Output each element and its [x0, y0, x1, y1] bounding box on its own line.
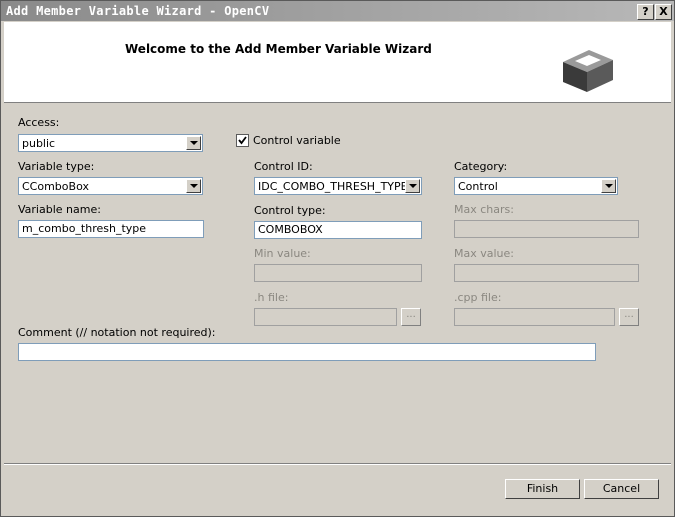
finish-button[interactable]: Finish	[505, 479, 580, 499]
category-value: Control	[458, 180, 498, 193]
access-dropdown-button[interactable]	[186, 136, 201, 150]
control-id-combo[interactable]: IDC_COMBO_THRESH_TYPE	[254, 177, 422, 195]
h-file-input	[254, 308, 397, 326]
chevron-down-icon	[190, 184, 198, 188]
category-dropdown-button[interactable]	[601, 179, 616, 193]
control-id-value: IDC_COMBO_THRESH_TYPE	[258, 180, 408, 193]
access-combo[interactable]: public	[18, 134, 203, 152]
access-label: Access:	[18, 116, 60, 129]
cancel-button[interactable]: Cancel	[584, 479, 659, 499]
header-title: Welcome to the Add Member Variable Wizar…	[125, 42, 432, 56]
variable-type-combo[interactable]: CComboBox	[18, 177, 203, 195]
help-button[interactable]: ?	[637, 4, 654, 20]
category-label: Category:	[454, 160, 508, 173]
min-value-label: Min value:	[254, 247, 311, 260]
control-variable-checkbox[interactable]	[236, 134, 249, 147]
max-chars-label: Max chars:	[454, 203, 514, 216]
variable-name-input[interactable]: m_combo_thresh_type	[18, 220, 204, 238]
cpp-file-label: .cpp file:	[454, 291, 502, 304]
control-type-label: Control type:	[254, 204, 326, 217]
wizard-header: Welcome to the Add Member Variable Wizar…	[4, 22, 671, 103]
chevron-down-icon	[409, 184, 417, 188]
title-bar[interactable]: Add Member Variable Wizard - OpenCV ? X	[1, 1, 674, 21]
control-variable-label: Control variable	[253, 134, 341, 147]
cpp-file-browse-button: ...	[619, 308, 639, 326]
variable-type-value: CComboBox	[22, 180, 89, 193]
variable-name-label: Variable name:	[18, 203, 101, 216]
footer-separator	[4, 463, 671, 465]
comment-label: Comment (// notation not required):	[18, 326, 216, 339]
chevron-down-icon	[190, 141, 198, 145]
h-file-browse-button: ...	[401, 308, 421, 326]
chevron-down-icon	[605, 184, 613, 188]
access-value: public	[22, 137, 56, 150]
max-chars-input	[454, 220, 639, 238]
close-button[interactable]: X	[655, 4, 672, 20]
checkmark-icon	[238, 136, 247, 145]
variable-type-dropdown-button[interactable]	[186, 179, 201, 193]
control-id-dropdown-button[interactable]	[405, 179, 420, 193]
h-file-label: .h file:	[254, 291, 289, 304]
max-value-input	[454, 264, 639, 282]
variable-type-label: Variable type:	[18, 160, 95, 173]
control-type-input[interactable]: COMBOBOX	[254, 221, 422, 239]
cpp-file-input	[454, 308, 615, 326]
category-combo[interactable]: Control	[454, 177, 618, 195]
control-id-label: Control ID:	[254, 160, 313, 173]
comment-input[interactable]	[18, 343, 596, 361]
window-title: Add Member Variable Wizard - OpenCV	[6, 4, 270, 18]
wizard-box-icon	[563, 50, 613, 92]
max-value-label: Max value:	[454, 247, 514, 260]
min-value-input	[254, 264, 422, 282]
wizard-window: Add Member Variable Wizard - OpenCV ? X …	[0, 0, 675, 517]
